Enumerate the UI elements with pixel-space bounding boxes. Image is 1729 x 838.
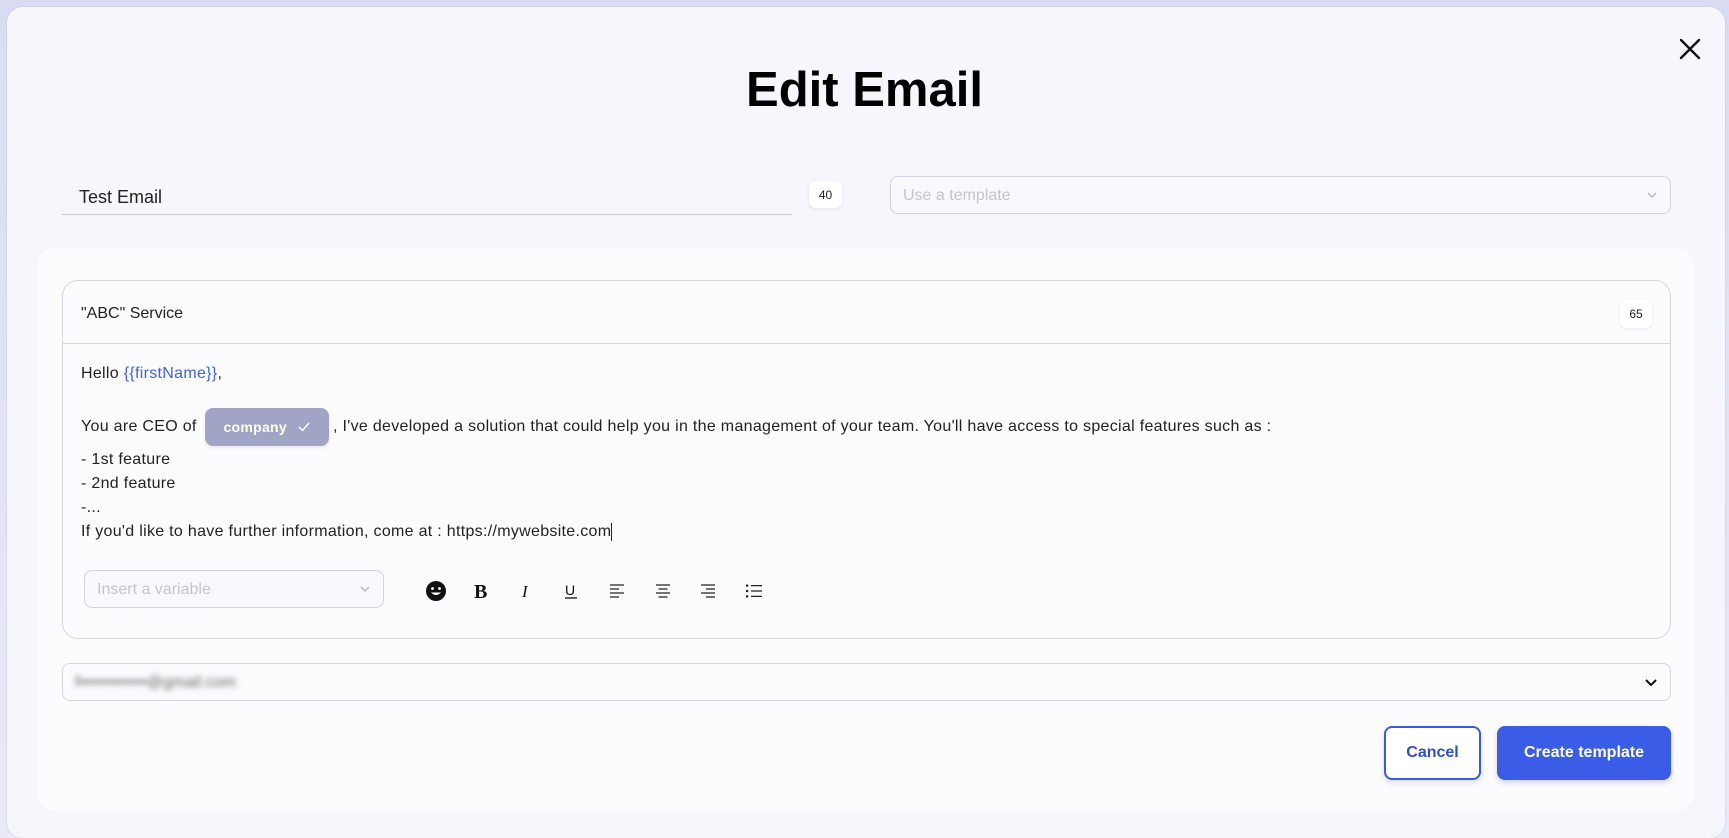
- text-cursor: [611, 523, 613, 541]
- bold-button[interactable]: B: [469, 579, 493, 603]
- align-right-icon[interactable]: [698, 581, 718, 601]
- greeting-prefix: Hello: [81, 365, 124, 382]
- list-icon[interactable]: [744, 581, 764, 601]
- underline-icon[interactable]: U: [561, 581, 581, 601]
- modal-title: Edit Email: [746, 63, 983, 117]
- chevron-down-icon: [1645, 679, 1657, 687]
- body-line-intro[interactable]: You are CEO of company , I've developed …: [81, 408, 1271, 446]
- check-icon: [298, 422, 310, 432]
- template-select-placeholder: Use a template: [903, 187, 1011, 204]
- chip-label: company: [223, 419, 287, 435]
- subject-input[interactable]: "ABC" Service: [81, 305, 183, 323]
- emoji-icon[interactable]: [425, 580, 447, 602]
- create-template-button[interactable]: Create template: [1497, 726, 1671, 780]
- align-center-button[interactable]: [651, 579, 675, 603]
- chevron-down-icon: [1647, 192, 1657, 199]
- subject-row: "ABC" Service 65: [63, 281, 1670, 344]
- bold-icon[interactable]: B: [471, 581, 491, 601]
- svg-text:B: B: [474, 581, 487, 601]
- emoji-button[interactable]: [424, 579, 448, 603]
- svg-text:U: U: [565, 582, 575, 598]
- sender-email-select[interactable]: f••••••••••••@gmail.com: [62, 663, 1671, 701]
- svg-text:I: I: [521, 582, 529, 601]
- intro-prefix: You are CEO of: [81, 418, 197, 436]
- italic-icon[interactable]: I: [516, 581, 536, 601]
- intro-suffix: , I've developed a solution that could h…: [333, 418, 1272, 436]
- email-name-input[interactable]: Test Email: [62, 175, 792, 215]
- chevron-down-icon: [360, 586, 370, 593]
- email-editor: "ABC" Service 65 Hello {{firstName}}, Yo…: [62, 280, 1671, 639]
- italic-button[interactable]: I: [514, 579, 538, 603]
- closing-text: If you'd like to have further informatio…: [81, 523, 612, 541]
- underline-button[interactable]: U: [559, 579, 583, 603]
- body-line-greeting[interactable]: Hello {{firstName}},: [81, 365, 222, 383]
- align-right-button[interactable]: [696, 579, 720, 603]
- company-variable-chip[interactable]: company: [205, 408, 329, 446]
- align-left-icon[interactable]: [607, 581, 627, 601]
- align-center-icon[interactable]: [653, 581, 673, 601]
- email-name-char-count: 40: [809, 181, 842, 208]
- sender-email-value: f••••••••••••@gmail.com: [75, 674, 236, 691]
- close-button[interactable]: [1675, 34, 1705, 64]
- close-icon[interactable]: [1678, 37, 1702, 61]
- body-line-bullet2[interactable]: - 2nd feature: [81, 475, 176, 493]
- insert-variable-select[interactable]: Insert a variable: [84, 570, 384, 608]
- insert-variable-placeholder: Insert a variable: [97, 581, 211, 598]
- greeting-suffix: ,: [217, 365, 223, 382]
- align-left-button[interactable]: [605, 579, 629, 603]
- body-line-bullet1[interactable]: - 1st feature: [81, 451, 170, 469]
- cancel-button[interactable]: Cancel: [1384, 726, 1481, 780]
- body-line-bullet3[interactable]: -...: [81, 499, 101, 517]
- firstname-variable: {{firstName}}: [123, 365, 218, 382]
- body-line-closing[interactable]: If you'd like to have further informatio…: [81, 523, 613, 541]
- template-select[interactable]: Use a template: [890, 176, 1671, 214]
- list-button[interactable]: [742, 579, 766, 603]
- subject-char-count: 65: [1620, 300, 1652, 328]
